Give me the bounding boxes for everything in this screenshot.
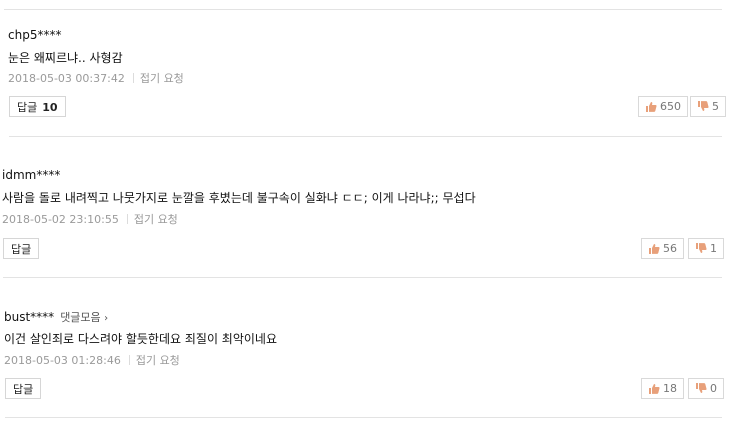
comment-timestamp: 2018-05-02 23:10:55 xyxy=(2,212,119,226)
comment-collection-label: 댓글모음 xyxy=(60,311,101,324)
thumbs-up-icon xyxy=(649,244,660,254)
reply-label: 답글 xyxy=(13,383,34,396)
like-button[interactable]: 650 xyxy=(638,96,688,117)
report-link[interactable]: 접기 요청 xyxy=(136,352,180,368)
meta-separator xyxy=(126,214,128,224)
reply-button[interactable]: 답글 xyxy=(5,378,42,399)
like-button[interactable]: 18 xyxy=(641,378,684,399)
comment-author[interactable]: chp5**** xyxy=(8,28,61,42)
meta-separator xyxy=(128,355,130,365)
comment-timestamp: 2018-05-03 00:37:42 xyxy=(8,71,125,85)
reply-label: 답글 xyxy=(11,243,32,256)
thumbs-down-icon xyxy=(696,243,707,253)
dislike-button[interactable]: 1 xyxy=(688,238,724,259)
divider xyxy=(5,417,722,418)
comment-text: 눈은 왜찌르냐.. 사형감 xyxy=(8,51,123,65)
reply-button[interactable]: 답글 10 xyxy=(9,96,66,117)
comment-text: 이건 살인죄로 다스려야 할듯한데요 죄질이 최악이네요 xyxy=(4,332,277,346)
meta-separator xyxy=(132,73,134,83)
divider-top xyxy=(4,9,722,10)
chevron-right-icon: › xyxy=(104,313,109,324)
thumbs-down-icon xyxy=(698,101,709,111)
author-id[interactable]: bust**** xyxy=(4,310,54,324)
report-link[interactable]: 접기 요청 xyxy=(134,211,178,227)
dislike-count: 1 xyxy=(710,242,717,255)
dislike-count: 0 xyxy=(710,382,717,395)
comment-timestamp: 2018-05-03 01:28:46 xyxy=(4,353,121,367)
like-button[interactable]: 56 xyxy=(641,238,684,259)
thumbs-up-icon xyxy=(646,102,657,112)
reply-count: 10 xyxy=(42,101,58,114)
comment-text: 사람을 돌로 내려찍고 나뭇가지로 눈깔을 후볐는데 불구속이 실화냐 ㄷㄷ; … xyxy=(2,191,476,205)
report-link[interactable]: 접기 요청 xyxy=(140,70,184,86)
comment-meta: 2018-05-02 23:10:55 접기 요청 xyxy=(2,211,178,227)
comment-meta: 2018-05-03 01:28:46 접기 요청 xyxy=(4,352,180,368)
comment-author[interactable]: bust**** 댓글모음 › xyxy=(4,309,108,325)
comment-collection-link[interactable]: 댓글모음 › xyxy=(60,311,108,324)
divider xyxy=(9,136,722,137)
like-count: 56 xyxy=(663,242,677,255)
dislike-button[interactable]: 0 xyxy=(688,378,724,399)
dislike-count: 5 xyxy=(712,100,719,113)
like-count: 18 xyxy=(663,382,677,395)
dislike-button[interactable]: 5 xyxy=(690,96,726,117)
reply-button[interactable]: 답글 xyxy=(3,238,40,259)
thumbs-up-icon xyxy=(649,384,660,394)
reply-label: 답글 xyxy=(17,101,38,114)
comment-meta: 2018-05-03 00:37:42 접기 요청 xyxy=(8,70,184,86)
comment-author[interactable]: idmm**** xyxy=(2,168,60,182)
thumbs-down-icon xyxy=(696,383,707,393)
like-count: 650 xyxy=(660,100,681,113)
divider xyxy=(3,277,722,278)
